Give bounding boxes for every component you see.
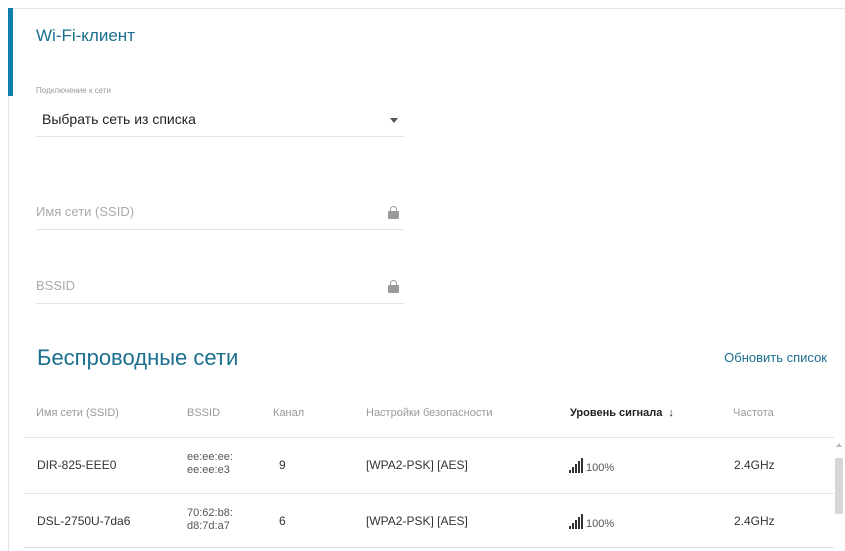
signal-strength-icon <box>569 458 583 473</box>
signal-strength-icon <box>569 514 583 529</box>
section-title: Wi-Fi-клиент <box>36 26 135 45</box>
networks-table: DIR-825-EEE0 ee:ee:ee: ee:ee:e3 9 [WPA2-P… <box>8 437 834 551</box>
row-signal: 100% <box>586 462 615 474</box>
scroll-up-icon[interactable] <box>836 443 842 447</box>
wireless-networks-title: Беспроводные сети <box>37 345 239 370</box>
column-header-ssid[interactable]: Имя сети (SSID) <box>36 407 119 419</box>
connection-select-value: Выбрать сеть из списка <box>42 111 196 127</box>
bssid-field[interactable]: BSSID <box>36 270 404 304</box>
row-bssid: ee:ee:ee: ee:ee:e3 <box>187 451 233 476</box>
table-row[interactable]: DSL-2750U-7da6 70:62:b8: d8:7d:a7 6 [WPA2… <box>24 493 834 548</box>
row-security: [WPA2-PSK] [AES] <box>366 458 468 472</box>
column-header-channel[interactable]: Канал <box>273 407 304 419</box>
scrollbar-thumb[interactable] <box>835 458 843 514</box>
row-ssid: DSL-2750U-7da6 <box>37 514 131 528</box>
section-accent-bar <box>8 8 13 96</box>
column-header-security[interactable]: Настройки безопасности <box>366 407 493 419</box>
row-frequency: 2.4GHz <box>734 514 775 528</box>
row-signal: 100% <box>586 518 615 530</box>
lock-icon <box>388 280 399 293</box>
ssid-field[interactable]: Имя сети (SSID) <box>36 196 404 230</box>
row-security: [WPA2-PSK] [AES] <box>366 514 468 528</box>
row-bssid: 70:62:b8: d8:7d:a7 <box>187 507 233 532</box>
row-channel: 6 <box>279 514 286 528</box>
column-header-signal[interactable]: Уровень сигнала ↓ <box>570 407 674 419</box>
row-channel: 9 <box>279 458 286 472</box>
column-header-signal-label: Уровень сигнала <box>570 407 663 419</box>
row-ssid: DIR-825-EEE0 <box>37 458 117 472</box>
connection-select[interactable]: Выбрать сеть из списка <box>36 100 404 137</box>
column-header-bssid[interactable]: BSSID <box>187 407 220 419</box>
table-row[interactable]: DIR-825-EEE0 ee:ee:ee: ee:ee:e3 9 [WPA2-P… <box>24 437 834 492</box>
lock-icon <box>388 206 399 219</box>
column-header-frequency[interactable]: Частота <box>733 407 774 419</box>
sort-arrow-icon: ↓ <box>668 407 674 419</box>
refresh-list-link[interactable]: Обновить список <box>724 350 827 365</box>
row-frequency: 2.4GHz <box>734 458 775 472</box>
bssid-placeholder: BSSID <box>36 278 76 293</box>
chevron-down-icon <box>390 118 398 123</box>
connection-label: Подключение к сети <box>36 86 111 95</box>
ssid-placeholder: Имя сети (SSID) <box>36 204 135 219</box>
